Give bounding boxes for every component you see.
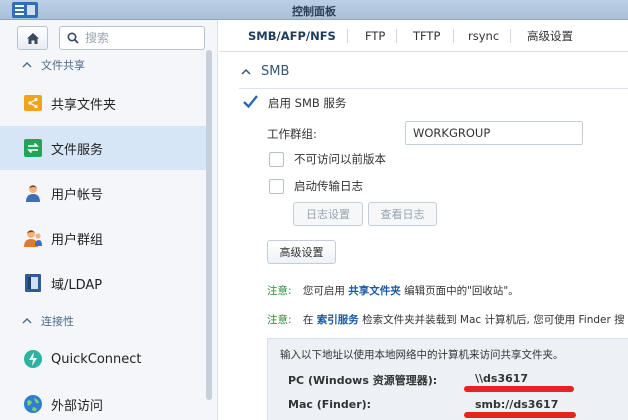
sidebar-item-quickconnect[interactable]: QuickConnect [0,337,206,381]
window-title-bar: 控制面板 [0,0,628,20]
note-text: 您可启用 [302,285,345,297]
section-label: 文件共享 [41,59,85,72]
sidebar-item-external-access[interactable]: 外部访问 [0,382,206,420]
enable-smb-row[interactable]: 启用 SMB 服务 [243,94,347,111]
pc-address-value: \\ds3617 [475,372,529,385]
enable-smb-label: 启用 SMB 服务 [268,96,347,110]
no-prev-versions-row[interactable]: 不可访问以前版本 [269,151,386,167]
sidebar: 文件共享 共享文件夹 文件服务 用户帐号 [0,20,218,420]
sidebar-item-label: QuickConnect [51,351,142,367]
enable-smb-checkbox[interactable] [243,94,258,111]
tab-advanced[interactable]: 高级设置 [527,20,573,51]
transfer-log-row[interactable]: 启动传输日志 [269,178,363,194]
workgroup-input[interactable] [405,121,583,145]
globe-icon [23,394,43,414]
sidebar-scrollbar[interactable] [206,50,212,400]
sidebar-item-user[interactable]: 用户帐号 [0,171,206,215]
tab-divider [347,29,348,43]
tab-divider [510,29,511,43]
domain-icon [23,273,43,293]
no-prev-versions-checkbox[interactable] [269,151,284,167]
chevron-up-icon [241,68,251,75]
tab-tftp[interactable]: TFTP [413,20,440,51]
section-connectivity[interactable]: 连接性 [0,310,206,332]
search-input[interactable] [85,31,195,45]
note-tag: 注意: [267,285,292,297]
sidebar-item-label: 用户帐号 [51,187,104,203]
chevron-up-icon [22,62,32,68]
sidebar-item-label: 外部访问 [51,398,104,414]
tab-rsync[interactable]: rsync [468,20,499,51]
advanced-settings-button[interactable]: 高级设置 [267,240,336,264]
sidebar-item-group[interactable]: 用户群组 [0,216,206,260]
tab-bar: SMB/AFP/NFS FTP TFTP rsync 高级设置 [219,20,628,52]
sidebar-item-label: 共享文件夹 [51,97,117,113]
mac-address-value: smb://ds3617 [475,398,559,411]
home-icon [26,32,39,44]
sidebar-item-shared-folder[interactable]: 共享文件夹 [0,81,206,125]
note-text: 检索文件夹并装载到 Mac 计算机后, 您可使用 Finder 搜 [362,314,625,326]
checkmark-icon [243,94,258,108]
tab-ftp[interactable]: FTP [365,20,385,51]
view-log-button[interactable]: 查看日志 [368,202,437,226]
home-button[interactable] [17,26,48,50]
pc-highlight-mark [464,386,574,392]
sidebar-item-file-services[interactable]: 文件服务 [0,126,206,170]
section-divider [239,88,628,89]
mac-address-label: Mac (Finder): [288,398,372,411]
content-panel: SMB 启用 SMB 服务 工作群组: 不可访问以前版本 启动传输日志 日志设置… [219,52,628,420]
window-title: 控制面板 [292,5,336,18]
access-address-box: 输入以下地址以使用本地网络中的计算机来访问共享文件夹。 PC (Windows … [267,338,628,420]
note-tag: 注意: [267,314,292,326]
tab-divider [453,29,454,43]
share-folder-icon [23,93,43,113]
file-services-icon [23,138,43,158]
mac-highlight-mark [464,412,576,418]
note-indexing: 注意: 在 索引服务 检索文件夹并装载到 Mac 计算机后, 您可使用 Find… [267,312,625,327]
sidebar-item-label: 域/LDAP [51,277,103,293]
access-intro: 输入以下地址以使用本地网络中的计算机来访问共享文件夹。 [280,349,564,361]
group-icon [23,228,43,248]
sidebar-item-domain-ldap[interactable]: 域/LDAP [0,261,206,305]
log-settings-button[interactable]: 日志设置 [293,202,363,226]
smb-section-title: SMB [261,64,290,79]
tab-divider [396,29,397,43]
chevron-up-icon [22,318,32,324]
note-text: 在 [302,314,314,326]
workgroup-label: 工作群组: [267,127,317,141]
pc-address-label: PC (Windows 资源管理器): [288,374,438,387]
no-prev-versions-label: 不可访问以前版本 [294,152,386,166]
smb-section-header[interactable]: SMB [241,64,289,79]
user-icon [23,183,43,203]
transfer-log-checkbox[interactable] [269,178,284,194]
note-recycle-bin: 注意: 您可启用 共享文件夹 编辑页面中的"回收站"。 [267,283,519,298]
search-box[interactable] [59,26,205,50]
note-text: 编辑页面中的"回收站"。 [404,285,519,297]
shared-folder-link[interactable]: 共享文件夹 [348,285,401,297]
transfer-log-label: 启动传输日志 [294,179,363,193]
search-icon [67,32,79,44]
indexing-service-link[interactable]: 索引服务 [317,314,359,326]
sidebar-item-label: 文件服务 [51,142,104,158]
section-label: 连接性 [41,315,74,328]
section-file-sharing[interactable]: 文件共享 [0,54,206,76]
sidebar-item-label: 用户群组 [51,232,104,248]
tab-smb-afp-nfs[interactable]: SMB/AFP/NFS [248,20,336,51]
quickconnect-icon [23,349,43,369]
